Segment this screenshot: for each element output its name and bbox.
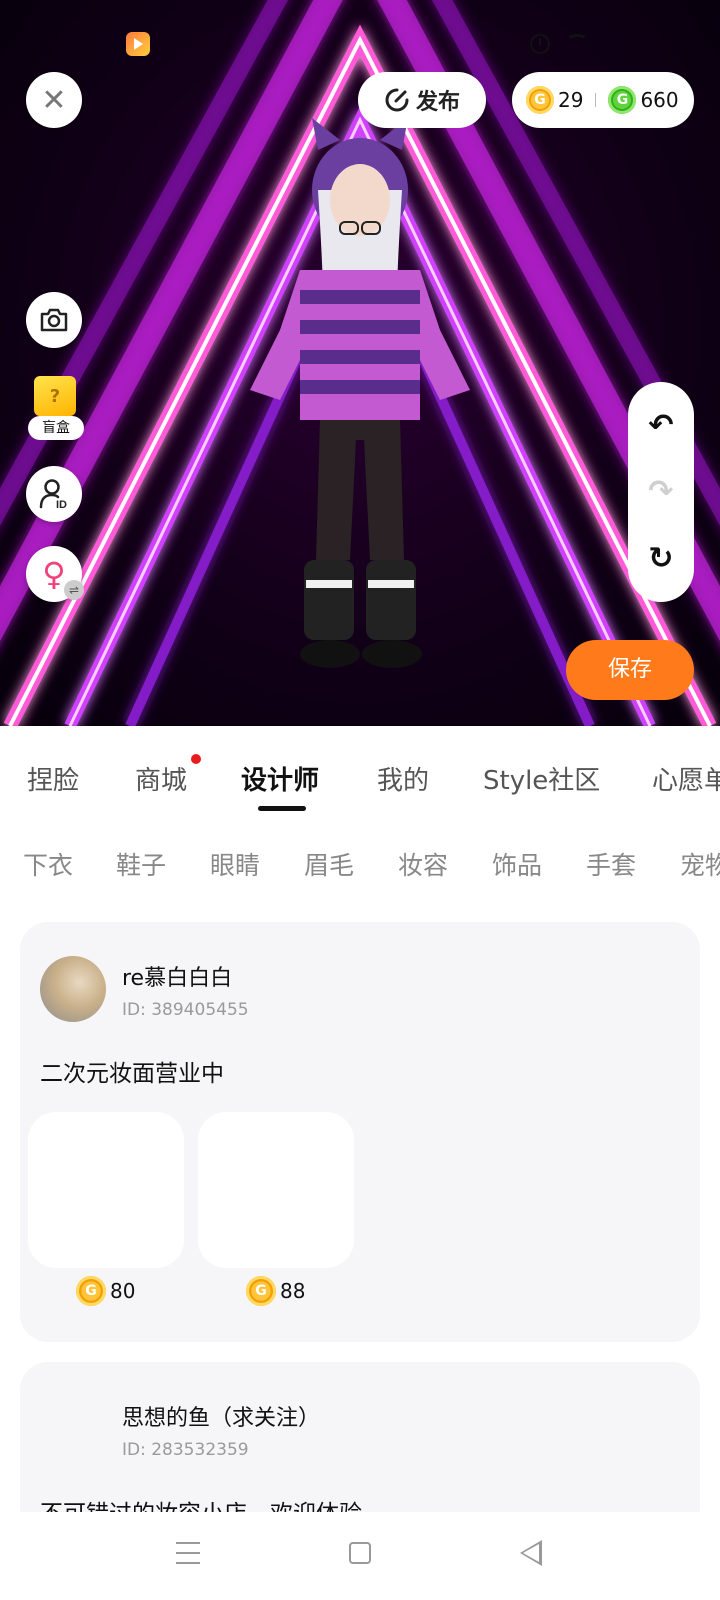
designer-name[interactable]: re慕白白白 — [122, 960, 232, 992]
svg-text:ID: ID — [56, 499, 67, 511]
designer-id: ID: 283532359 — [122, 1440, 249, 1460]
blindbox-label: 盲盒 — [28, 416, 84, 440]
gold-coin-icon: G — [76, 1276, 106, 1306]
active-tab-indicator — [258, 806, 306, 811]
redo-icon[interactable]: ↷ — [648, 474, 673, 509]
designer-card[interactable]: re慕白白白 ID: 389405455 二次元妆面营业中 G 80 G 88 — [20, 922, 700, 1342]
design-item-price: G 88 — [246, 1274, 305, 1308]
close-icon: ✕ — [41, 82, 67, 118]
tab-wishlist[interactable]: 心愿单 — [652, 760, 720, 797]
wifi-icon — [566, 34, 588, 48]
user-id-icon: ID — [39, 479, 67, 511]
wallet[interactable]: G 29 G 660 — [512, 72, 694, 128]
price-value: 80 — [110, 1279, 136, 1303]
tab-face[interactable]: 捏脸 — [27, 760, 79, 797]
avatar-id-button[interactable]: ID — [26, 466, 82, 522]
avatar-stage[interactable]: ✕ 发布 G 29 G 660 ? 盲盒 ID ♀ ⇌ ↶ ↷ ↻ 保存 — [0, 0, 720, 726]
green-coin-icon: G — [608, 86, 637, 114]
main-tabs: 捏脸 商城 设计师 我的 Style社区 心愿单 — [0, 746, 720, 816]
tab-mine[interactable]: 我的 — [377, 760, 429, 797]
designer-avatar[interactable] — [40, 1396, 106, 1462]
category-eyes[interactable]: 眼睛 — [210, 846, 260, 882]
edit-history-toolbar: ↶ ↷ ↻ — [628, 382, 694, 602]
wallet-divider — [595, 93, 597, 107]
category-shoes[interactable]: 鞋子 — [116, 846, 166, 882]
save-button[interactable]: 保存 — [566, 640, 694, 700]
system-navigation-bar — [0, 1512, 720, 1600]
tab-shop[interactable]: 商城 — [135, 760, 187, 797]
swap-icon: ⇌ — [64, 580, 84, 600]
shop-badge-dot — [191, 754, 201, 764]
category-makeup[interactable]: 妆容 — [398, 846, 448, 882]
reset-icon[interactable]: ↻ — [648, 541, 673, 576]
publish-label: 发布 — [415, 90, 460, 115]
designer-name[interactable]: 思想的鱼（求关注） — [122, 1400, 320, 1432]
category-pets[interactable]: 宠物 — [680, 846, 720, 882]
camera-icon — [40, 308, 68, 332]
designer-bio: 二次元妆面营业中 — [40, 1061, 224, 1087]
gender-switch-button[interactable]: ♀ ⇌ — [26, 546, 84, 602]
blindbox-button[interactable]: ? 盲盒 — [26, 376, 86, 442]
close-button[interactable]: ✕ — [26, 72, 82, 128]
category-tabs: 下衣 鞋子 眼睛 眉毛 妆容 饰品 手套 宠物 — [0, 838, 720, 888]
design-item-thumbnail[interactable] — [28, 1112, 184, 1268]
green-coin-balance: 660 — [640, 88, 679, 112]
blindbox-icon: ? — [34, 376, 76, 416]
tab-style-community[interactable]: Style社区 — [483, 760, 600, 797]
undo-icon[interactable]: ↶ — [648, 408, 673, 443]
category-eyebrows[interactable]: 眉毛 — [304, 846, 354, 882]
designer-id: ID: 389405455 — [122, 1000, 249, 1020]
design-item-price: G 80 — [76, 1274, 135, 1308]
recent-apps-icon[interactable] — [176, 1542, 200, 1564]
gold-coin-icon: G — [246, 1276, 276, 1306]
category-accessories[interactable]: 饰品 — [492, 846, 542, 882]
designer-avatar[interactable] — [40, 956, 106, 1022]
gold-coin-balance: 29 — [558, 88, 584, 112]
female-icon: ♀ — [42, 555, 66, 593]
camera-button[interactable] — [26, 292, 82, 348]
design-item-thumbnail[interactable] — [198, 1112, 354, 1268]
alarm-icon — [530, 34, 550, 54]
publish-icon — [385, 88, 409, 112]
price-value: 88 — [280, 1279, 306, 1303]
gold-coin-icon: G — [526, 86, 554, 114]
home-icon[interactable] — [349, 1542, 371, 1564]
blindbox-symbol: ? — [49, 385, 61, 407]
publish-button[interactable]: 发布 — [358, 72, 486, 128]
tab-designer[interactable]: 设计师 — [241, 760, 319, 797]
app-notification-icon — [126, 32, 150, 56]
category-gloves[interactable]: 手套 — [586, 846, 636, 882]
back-icon[interactable] — [520, 1540, 542, 1566]
category-bottoms[interactable]: 下衣 — [23, 846, 73, 882]
